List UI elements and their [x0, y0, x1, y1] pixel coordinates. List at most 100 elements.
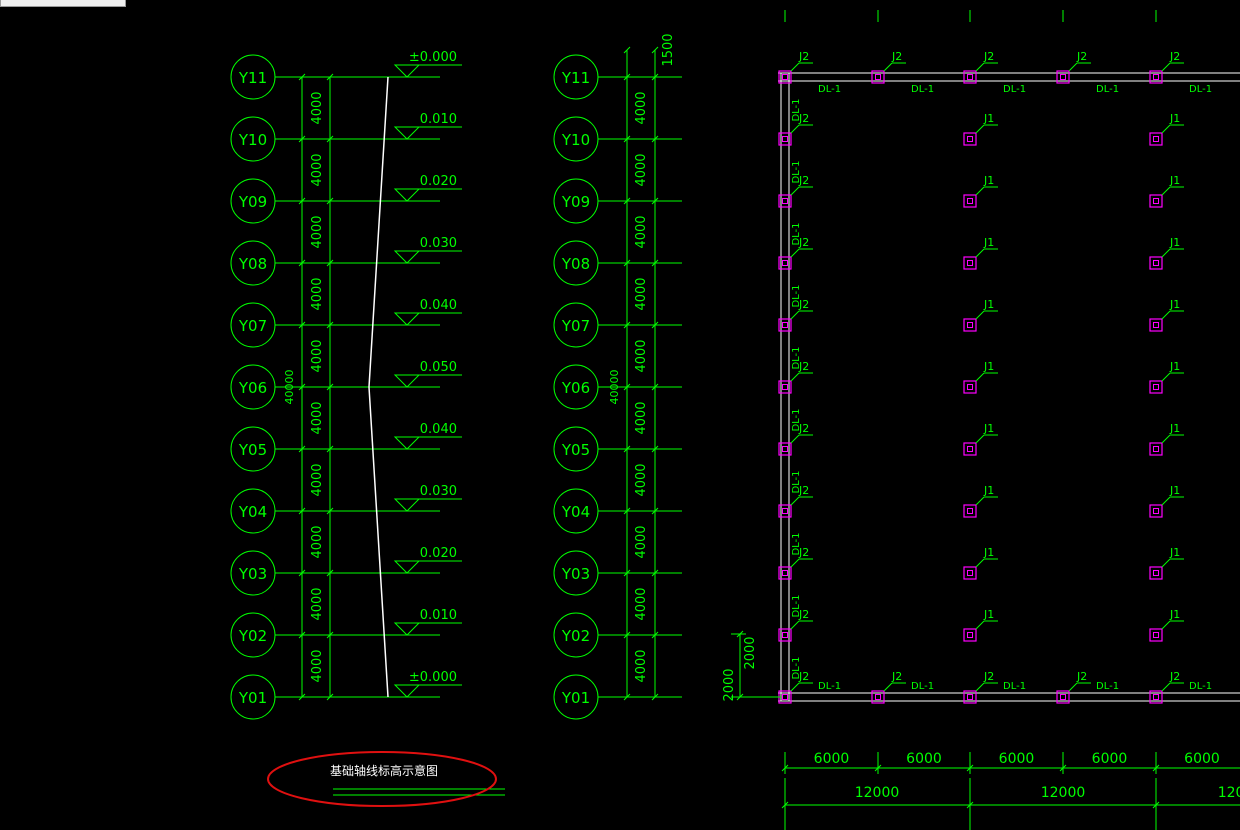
- label-leader: [1161, 248, 1171, 258]
- foundation-label: J2: [1076, 50, 1087, 63]
- axis-label: Y04: [238, 503, 267, 521]
- label-leader: [1161, 682, 1171, 692]
- elevation-triangle: [393, 560, 421, 574]
- label-leader: [975, 124, 985, 134]
- label-leader: [883, 682, 893, 692]
- foundation-label: J1: [983, 546, 994, 559]
- foundation-pad-J1: [1149, 566, 1163, 580]
- beam-label-vertical: DL-1: [791, 656, 802, 679]
- foundation-pad-J1-inner: [967, 384, 973, 390]
- foundation-pad-J1: [963, 442, 977, 456]
- elevation-value: 0.020: [420, 174, 457, 189]
- elevation-triangle: [393, 436, 421, 450]
- foundation-pad-J1-inner: [967, 260, 973, 266]
- label-leader: [1161, 310, 1171, 320]
- axis-label: Y07: [561, 317, 590, 335]
- label-leader: [975, 434, 985, 444]
- label-leader: [790, 124, 800, 134]
- label-leader: [790, 620, 800, 630]
- beam-label-vertical: DL-1: [791, 160, 802, 183]
- foundation-pad-J1: [963, 132, 977, 146]
- foundation-label: J1: [1169, 298, 1180, 311]
- label-leader: [975, 496, 985, 506]
- elevation-diagram: Y11 ±0.000 4000 Y10 0.010 4000 Y09 0.020 4000 Y08…: [230, 50, 462, 720]
- axis-label: Y04: [561, 503, 590, 521]
- axis-label: Y08: [561, 255, 590, 273]
- foundation-pad-J1: [963, 318, 977, 332]
- axis-label: Y09: [238, 193, 267, 211]
- label-leader: [790, 496, 800, 506]
- label-leader: [975, 558, 985, 568]
- foundation-pad-J1-inner: [1153, 136, 1159, 142]
- foundation-pad-J2-inner: [967, 74, 973, 80]
- cad-drawing-canvas[interactable]: Y11 ±0.000 4000 Y10 0.010 4000 Y09 0.020 4000 Y08…: [0, 0, 1240, 830]
- foundation-pad-J2-inner: [1060, 694, 1066, 700]
- foundation-pad-J1-inner: [1153, 384, 1159, 390]
- label-leader: [790, 434, 800, 444]
- axis-label: Y09: [561, 193, 590, 211]
- foundation-label: J2: [1076, 670, 1087, 683]
- spacing-dimension: 4000: [310, 277, 325, 310]
- bay-dimension: 6000: [814, 751, 850, 767]
- spacing-dimension: 4000: [310, 339, 325, 372]
- beam-label: DL-1: [1003, 84, 1026, 95]
- foundation-label: J2: [1169, 670, 1180, 683]
- foundation-label: J1: [1169, 360, 1180, 373]
- beam-label: DL-1: [818, 84, 841, 95]
- label-leader: [1068, 62, 1078, 72]
- foundation-pad-J1: [963, 566, 977, 580]
- foundation-pad-J1-inner: [967, 322, 973, 328]
- foundation-label: J1: [1169, 608, 1180, 621]
- foundation-pad-J2-inner: [782, 384, 788, 390]
- foundation-pad-J1-inner: [967, 508, 973, 514]
- foundation-pad-J1-inner: [967, 570, 973, 576]
- axis-diagram: 1500 Y11 4000 Y10 4000 Y09 4000 Y08 4000 Y07 4000 Y…: [553, 33, 682, 720]
- foundation-label: J1: [1169, 484, 1180, 497]
- foundation-pad-J1: [1149, 256, 1163, 270]
- spacing-dimension: 4000: [310, 91, 325, 124]
- label-leader: [975, 682, 985, 692]
- beam-label-vertical: DL-1: [791, 532, 802, 555]
- document-tab[interactable]: [0, 0, 126, 7]
- foundation-pad-J2-inner: [875, 74, 881, 80]
- foundation-label: J1: [983, 298, 994, 311]
- bay-dimension: 6000: [906, 751, 942, 767]
- beam-label-vertical: DL-1: [791, 98, 802, 121]
- label-leader: [975, 62, 985, 72]
- bay-dimension: 6000: [999, 751, 1035, 767]
- label-leader: [1161, 372, 1171, 382]
- foundation-pad-J1-inner: [1153, 198, 1159, 204]
- spacing-dimension: 4000: [634, 277, 649, 310]
- axis-label: Y10: [561, 131, 590, 149]
- foundation-pad-J1: [1149, 504, 1163, 518]
- foundation-pad-J1: [963, 194, 977, 208]
- foundation-label: J1: [983, 112, 994, 125]
- foundation-plan: J2 DL-1 J2 DL-1 J2 DL-1 J2 DL-1 J2 DL-1 J2 DL-1 J2 DL…: [722, 10, 1240, 830]
- label-leader: [1161, 124, 1171, 134]
- spacing-dimension: 4000: [634, 153, 649, 186]
- label-leader: [790, 186, 800, 196]
- foundation-label: J2: [1169, 50, 1180, 63]
- foundation-label: J1: [983, 484, 994, 497]
- foundation-pad-J1: [1149, 442, 1163, 456]
- top-dimension: 1500: [661, 33, 676, 66]
- foundation-pad-J1-inner: [1153, 570, 1159, 576]
- foundation-pad-J2-inner: [967, 694, 973, 700]
- axis-label: Y02: [561, 627, 590, 645]
- axis-label: Y07: [238, 317, 267, 335]
- beam-label-vertical: DL-1: [791, 470, 802, 493]
- foundation-label: J1: [1169, 174, 1180, 187]
- foundation-label: J2: [798, 50, 809, 63]
- foundation-pad-J2-inner: [782, 198, 788, 204]
- foundation-pad-J1-inner: [967, 632, 973, 638]
- axis-label: Y03: [238, 565, 267, 583]
- foundation-pad-J1: [963, 628, 977, 642]
- foundation-pad-J1-inner: [967, 198, 973, 204]
- beam-label: DL-1: [1189, 84, 1212, 95]
- axis-label: Y05: [238, 441, 267, 459]
- elevation-value: 0.050: [420, 360, 457, 375]
- axis-label: Y11: [238, 69, 267, 87]
- beam-label: DL-1: [1096, 84, 1119, 95]
- spacing-dimension: 4000: [634, 463, 649, 496]
- spacing-dimension: 4000: [634, 649, 649, 682]
